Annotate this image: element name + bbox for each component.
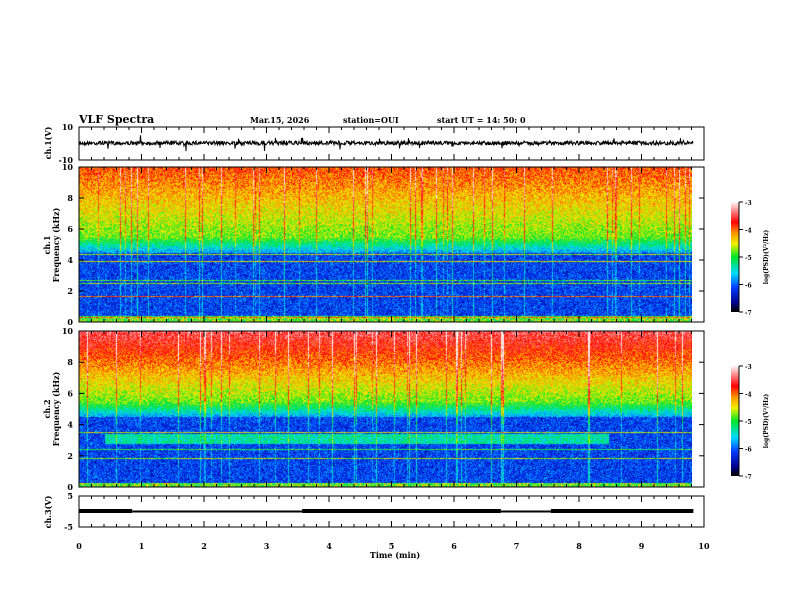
station-label: station=OUI <box>343 115 399 125</box>
ch3-step-segment <box>302 509 501 513</box>
y-tick-label: 10 <box>62 162 74 172</box>
panel-frame <box>78 330 705 488</box>
colorbar-tick-label: -7 <box>745 474 752 481</box>
start-time-label: start UT = 14: 50: 0 <box>437 115 526 125</box>
colorbar-ch1-label: log(PSD)(V²/Hz) <box>763 230 770 285</box>
colorbar-tick-label: -4 <box>745 392 752 399</box>
date-label: Mar.15, 2026 <box>250 115 310 125</box>
panel-frame <box>78 166 705 323</box>
ch1-waveform <box>78 135 694 152</box>
y-tick-label: -5 <box>64 522 73 532</box>
x-tick-label: 3 <box>264 541 270 551</box>
colorbar-tick-label: -6 <box>745 447 752 454</box>
x-tick-label: 8 <box>576 541 582 551</box>
y-tick-label: 4 <box>67 420 73 430</box>
vlf-spectra-figure: VLF Spectra Mar.15, 2026 station=OUI sta… <box>0 0 792 612</box>
colorbar-tick-label: -4 <box>745 228 752 235</box>
x-tick-label: 7 <box>514 541 520 551</box>
y-tick-label: 8 <box>67 357 73 367</box>
y-tick-label: 2 <box>67 286 73 296</box>
ch3-step-segment <box>132 510 303 513</box>
y-tick-label: 10 <box>62 122 74 132</box>
x-tick-label: 2 <box>201 541 207 551</box>
ch3-step-segment <box>500 510 551 513</box>
y-tick-label: 10 <box>62 326 74 336</box>
y-tick-label: 2 <box>67 451 73 461</box>
y-tick-label: 5 <box>67 491 73 501</box>
ch3-step-segment <box>79 509 133 513</box>
ch2-spec-ylabel2: Frequency (kHz) <box>51 371 61 446</box>
colorbar-tick-label: -6 <box>745 283 752 290</box>
y-tick-label: 4 <box>67 255 73 265</box>
ch1-ylabel: ch.1(V) <box>43 126 53 159</box>
x-tick-label: 0 <box>76 541 82 551</box>
colorbar-tick-label: -5 <box>745 255 752 262</box>
colorbar-ch2-label: log(PSD)(V²/Hz) <box>763 394 770 449</box>
ch3-ylabel: ch.3(V) <box>43 495 53 528</box>
figure-title: VLF Spectra <box>78 113 154 126</box>
x-tick-label: 1 <box>139 541 145 551</box>
colorbar-tick-label: -3 <box>745 200 752 207</box>
x-tick-label: 9 <box>639 541 645 551</box>
colorbar-tick-label: -5 <box>745 419 752 426</box>
ch1-spec-ylabel2: Frequency (kHz) <box>51 207 61 282</box>
y-tick-label: 8 <box>67 193 73 203</box>
colorbar-tick-label: -7 <box>745 310 752 317</box>
x-axis-label: Time (min) <box>370 550 420 560</box>
x-tick-label: 6 <box>451 541 457 551</box>
colorbar-tick-label: -3 <box>745 364 752 371</box>
x-tick-label: 10 <box>698 541 710 551</box>
ch3-step-segment <box>550 509 694 513</box>
y-tick-label: 6 <box>67 224 73 234</box>
x-tick-label: 4 <box>326 541 332 551</box>
y-tick-label: 6 <box>67 388 73 398</box>
